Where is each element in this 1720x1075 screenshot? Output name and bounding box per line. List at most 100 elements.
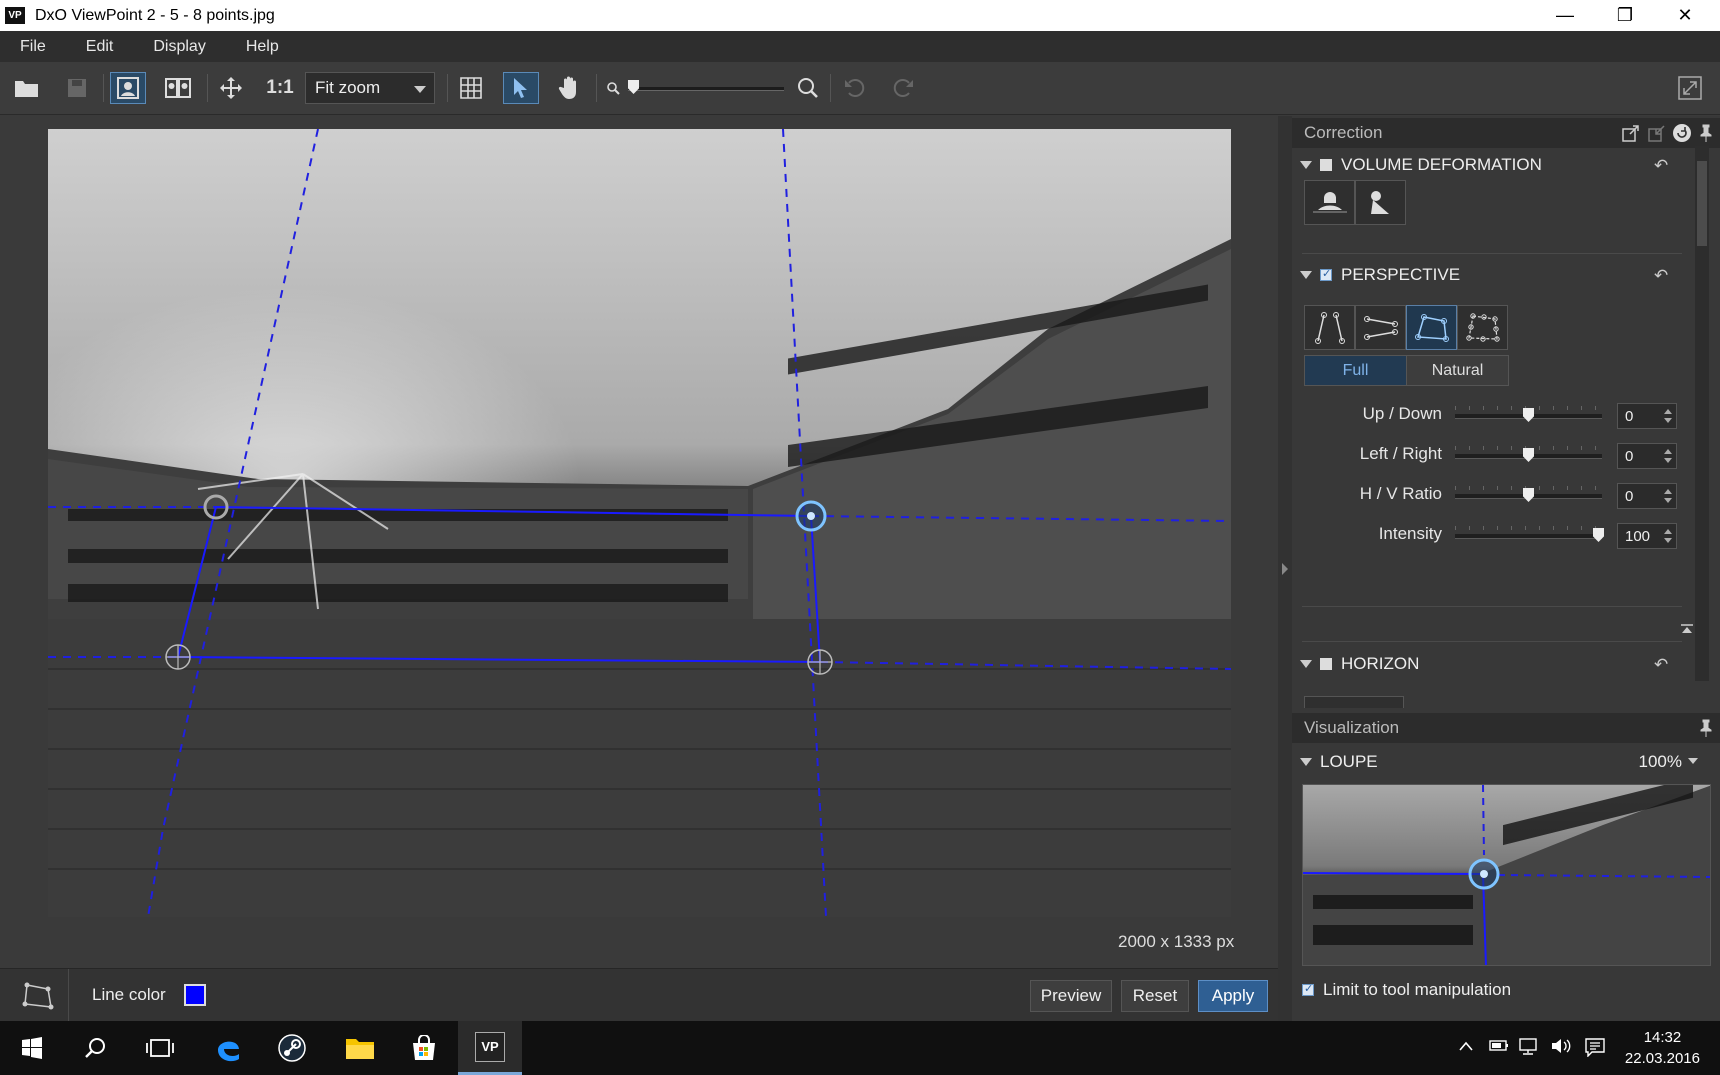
limit-to-tool-row[interactable]: Limit to tool manipulation [1302,980,1511,1000]
perspective-8points-button[interactable] [1457,305,1508,350]
slider-thumb[interactable] [1593,528,1604,542]
close-button[interactable]: ✕ [1655,0,1715,31]
maximize-button[interactable]: ❐ [1595,0,1655,31]
slider-value-spinbox[interactable]: 0 [1617,443,1677,469]
perspective-vertical-button[interactable] [1304,305,1355,350]
preview-button[interactable]: Preview [1030,980,1112,1012]
spin-down-icon[interactable] [1664,418,1672,423]
single-view-icon[interactable] [110,72,146,104]
task-view-icon[interactable] [128,1021,192,1075]
slider-thumb[interactable] [1523,408,1534,422]
hand-icon[interactable] [552,72,586,104]
chevron-down-icon[interactable] [1688,758,1698,764]
import-icon[interactable] [1648,124,1666,147]
spin-up-icon[interactable] [1664,529,1672,534]
move-icon[interactable] [214,72,248,104]
volume-deformation-header[interactable]: VOLUME DEFORMATION ↶ [1292,150,1692,180]
perspective-header[interactable]: PERSPECTIVE ↶ [1292,260,1692,290]
apply-button[interactable]: Apply [1198,980,1268,1012]
reset-button[interactable]: Reset [1121,980,1189,1012]
perspective-tool-icon[interactable] [22,981,54,1016]
store-icon[interactable] [392,1021,456,1075]
slider-value-spinbox[interactable]: 0 [1617,483,1677,509]
limit-to-tool-checkbox[interactable] [1302,982,1314,996]
network-icon[interactable] [1518,1037,1540,1060]
slider-label: Left / Right [1359,444,1442,463]
volume-spherical-button[interactable] [1355,180,1406,225]
zoom-select[interactable]: Fit zoom [305,72,435,104]
export-icon[interactable] [1622,124,1640,147]
slider-value-spinbox[interactable]: 0 [1617,403,1677,429]
menu-edit[interactable]: Edit [66,38,134,56]
zoom-out-icon[interactable] [604,72,622,104]
correction-scrollbar[interactable] [1695,146,1709,681]
steam-icon[interactable] [260,1021,324,1075]
select-arrow-icon[interactable] [503,72,539,104]
pin-icon[interactable] [1700,719,1712,742]
one-to-one-button[interactable]: 1:1 [262,72,298,104]
redo-icon[interactable] [888,72,920,104]
menu-file[interactable]: File [0,38,66,56]
spin-up-icon[interactable] [1664,449,1672,454]
scrollbar-thumb[interactable] [1697,161,1707,246]
volume-cylindrical-button[interactable] [1304,180,1355,225]
perspective-overlay [48,129,1231,917]
slider-thumb[interactable] [1523,488,1534,502]
zoom-in-icon[interactable] [794,72,822,104]
collapse-triangle-icon[interactable] [1300,660,1312,668]
compare-view-icon[interactable] [160,72,196,104]
battery-icon[interactable] [1488,1037,1510,1058]
horizon-checkbox[interactable] [1320,658,1332,670]
photo[interactable] [48,129,1231,917]
line-color-swatch[interactable] [184,984,206,1006]
fullscreen-icon[interactable] [1673,72,1707,104]
loupe-header[interactable]: LOUPE 100% [1292,747,1712,777]
undo-section-icon[interactable]: ↶ [1654,655,1672,674]
mode-full-button[interactable]: Full [1304,355,1407,386]
panel-splitter[interactable] [1278,116,1292,1021]
menu-help[interactable]: Help [226,38,299,56]
system-clock[interactable]: 14:32 22.03.2016 [1625,1027,1700,1069]
menu-display[interactable]: Display [133,38,225,56]
reset-all-icon[interactable] [1672,123,1692,148]
spin-down-icon[interactable] [1664,458,1672,463]
perspective-rectangle-button[interactable] [1406,305,1457,350]
spin-down-icon[interactable] [1664,498,1672,503]
undo-section-icon[interactable]: ↶ [1654,156,1672,175]
slider-thumb[interactable] [1523,448,1534,462]
zoom-slider-track[interactable] [628,87,784,91]
notifications-icon[interactable] [1584,1037,1606,1062]
image-canvas[interactable] [0,116,1278,968]
save-icon[interactable] [60,72,94,104]
mode-natural-button[interactable]: Natural [1406,355,1509,386]
collapse-up-icon[interactable] [1680,622,1694,640]
collapse-triangle-icon[interactable] [1300,161,1312,169]
spin-down-icon[interactable] [1664,538,1672,543]
zoom-slider-thumb[interactable] [628,80,639,94]
perspective-horizontal-button[interactable] [1355,305,1406,350]
edge-browser-icon[interactable] [196,1021,260,1075]
slider-track[interactable] [1455,534,1602,539]
windows-start-icon[interactable] [0,1021,64,1075]
expand-arrow-icon[interactable] [1282,563,1288,575]
loupe-zoom-value[interactable]: 100% [1639,752,1682,772]
viewpoint-taskbar-icon[interactable]: VP [458,1021,522,1075]
spin-up-icon[interactable] [1664,489,1672,494]
grid-icon[interactable] [454,72,488,104]
file-explorer-icon[interactable] [328,1021,392,1075]
search-icon[interactable] [64,1021,128,1075]
slider-value-spinbox[interactable]: 100 [1617,523,1677,549]
undo-section-icon[interactable]: ↶ [1654,266,1672,285]
open-icon[interactable] [10,72,44,104]
horizon-header[interactable]: HORIZON ↶ [1292,649,1692,679]
volume-deformation-checkbox[interactable] [1320,159,1332,171]
volume-icon[interactable] [1550,1037,1572,1060]
collapse-triangle-icon[interactable] [1300,758,1312,766]
undo-icon[interactable] [838,72,870,104]
minimize-button[interactable]: — [1535,0,1595,31]
pin-icon[interactable] [1700,124,1712,147]
collapse-triangle-icon[interactable] [1300,271,1312,279]
chevron-up-icon[interactable] [1458,1037,1474,1057]
perspective-checkbox[interactable] [1320,267,1332,281]
spin-up-icon[interactable] [1664,409,1672,414]
